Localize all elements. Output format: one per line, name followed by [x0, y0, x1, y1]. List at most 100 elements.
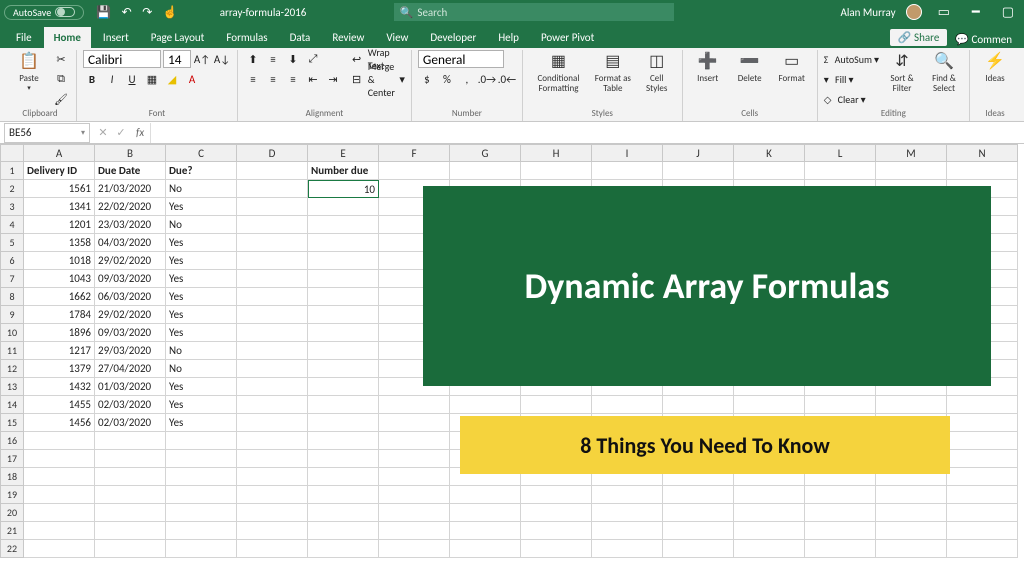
cell[interactable]: 01/03/2020 [95, 378, 166, 396]
cell[interactable]: Yes [166, 396, 237, 414]
cell[interactable] [24, 522, 95, 540]
tab-help[interactable]: Help [488, 27, 529, 48]
cell[interactable]: 1217 [24, 342, 95, 360]
cell[interactable] [379, 486, 450, 504]
cell[interactable] [24, 540, 95, 558]
col-header-C[interactable]: C [166, 144, 237, 162]
cell[interactable] [24, 432, 95, 450]
cell[interactable] [521, 504, 592, 522]
cell[interactable] [308, 252, 379, 270]
cell[interactable]: 23/03/2020 [95, 216, 166, 234]
cell[interactable] [237, 360, 308, 378]
cell[interactable] [805, 504, 876, 522]
cell[interactable] [663, 540, 734, 558]
cut-icon[interactable]: ✂ [52, 50, 70, 68]
increase-decimal-icon[interactable]: .0→ [478, 70, 496, 88]
cell[interactable] [876, 162, 947, 180]
cell[interactable] [947, 414, 1018, 432]
increase-indent-icon[interactable]: ⇥ [324, 70, 342, 88]
font-name-select[interactable] [83, 50, 161, 68]
cell[interactable] [947, 432, 1018, 450]
row-header-16[interactable]: 16 [0, 432, 24, 450]
cell[interactable] [947, 504, 1018, 522]
cell[interactable] [308, 504, 379, 522]
cell[interactable] [308, 396, 379, 414]
cell[interactable] [805, 396, 876, 414]
col-header-I[interactable]: I [592, 144, 663, 162]
cell[interactable]: 04/03/2020 [95, 234, 166, 252]
merge-center-button[interactable]: ⊟ Merge & Center ▾ [352, 70, 405, 88]
cell[interactable] [663, 504, 734, 522]
minimize-icon[interactable]: ━ [966, 5, 986, 20]
cell[interactable] [95, 468, 166, 486]
row-header-20[interactable]: 20 [0, 504, 24, 522]
row-header-3[interactable]: 3 [0, 198, 24, 216]
tab-review[interactable]: Review [322, 27, 374, 48]
cell[interactable] [95, 540, 166, 558]
cell[interactable]: 1201 [24, 216, 95, 234]
save-icon[interactable]: 💾 [96, 6, 111, 20]
cell[interactable] [308, 360, 379, 378]
cell[interactable] [95, 486, 166, 504]
tab-powerpivot[interactable]: Power Pivot [531, 27, 604, 48]
avatar[interactable] [906, 4, 922, 20]
comments-button[interactable]: 💬 Commen [949, 31, 1018, 48]
cell[interactable] [308, 414, 379, 432]
cell[interactable] [805, 162, 876, 180]
align-left-icon[interactable]: ≡ [244, 70, 262, 88]
user-name[interactable]: Alan Murray [840, 6, 895, 19]
italic-icon[interactable]: I [103, 70, 121, 88]
col-header-F[interactable]: F [379, 144, 450, 162]
cell[interactable] [379, 432, 450, 450]
row-header-19[interactable]: 19 [0, 486, 24, 504]
cell[interactable] [308, 432, 379, 450]
cell[interactable] [805, 486, 876, 504]
format-cells-button[interactable]: ▭Format [773, 50, 811, 86]
cell[interactable] [166, 486, 237, 504]
cell[interactable]: Yes [166, 414, 237, 432]
cell[interactable] [95, 522, 166, 540]
decrease-font-icon[interactable]: A↓ [213, 50, 231, 68]
cell[interactable]: 1784 [24, 306, 95, 324]
cell[interactable] [237, 450, 308, 468]
cell[interactable] [947, 540, 1018, 558]
find-select-button[interactable]: 🔍Find & Select [925, 50, 963, 96]
row-header-8[interactable]: 8 [0, 288, 24, 306]
cell[interactable] [947, 468, 1018, 486]
cell[interactable] [166, 432, 237, 450]
cell[interactable] [308, 468, 379, 486]
copy-icon[interactable]: ⧉ [52, 70, 70, 88]
cell[interactable]: Number due [308, 162, 379, 180]
cell[interactable] [379, 162, 450, 180]
col-header-B[interactable]: B [95, 144, 166, 162]
cell[interactable]: 09/03/2020 [95, 324, 166, 342]
tab-pagelayout[interactable]: Page Layout [141, 27, 215, 48]
cell[interactable] [734, 522, 805, 540]
cell[interactable] [947, 396, 1018, 414]
cell[interactable]: No [166, 360, 237, 378]
cancel-formula-icon[interactable]: ✕ [94, 124, 112, 142]
maximize-icon[interactable]: ▢ [996, 5, 1020, 20]
cell[interactable] [734, 396, 805, 414]
cell[interactable]: 06/03/2020 [95, 288, 166, 306]
cell[interactable] [308, 342, 379, 360]
cell[interactable]: 1018 [24, 252, 95, 270]
cell[interactable] [876, 540, 947, 558]
cell[interactable]: Due Date [95, 162, 166, 180]
row-header-11[interactable]: 11 [0, 342, 24, 360]
cell-styles-button[interactable]: ◫Cell Styles [638, 50, 676, 96]
cell[interactable]: No [166, 180, 237, 198]
cell[interactable]: 1456 [24, 414, 95, 432]
cell[interactable]: 29/03/2020 [95, 342, 166, 360]
cell[interactable] [805, 540, 876, 558]
cell[interactable] [308, 270, 379, 288]
cell[interactable] [95, 432, 166, 450]
cell[interactable]: No [166, 342, 237, 360]
bold-icon[interactable]: B [83, 70, 101, 88]
cell[interactable] [521, 540, 592, 558]
cell[interactable] [663, 162, 734, 180]
fill-button[interactable]: ▾ Fill ▾ [824, 70, 879, 88]
row-header-6[interactable]: 6 [0, 252, 24, 270]
cell[interactable]: 02/03/2020 [95, 396, 166, 414]
name-box[interactable]: BE56▾ [4, 123, 90, 143]
